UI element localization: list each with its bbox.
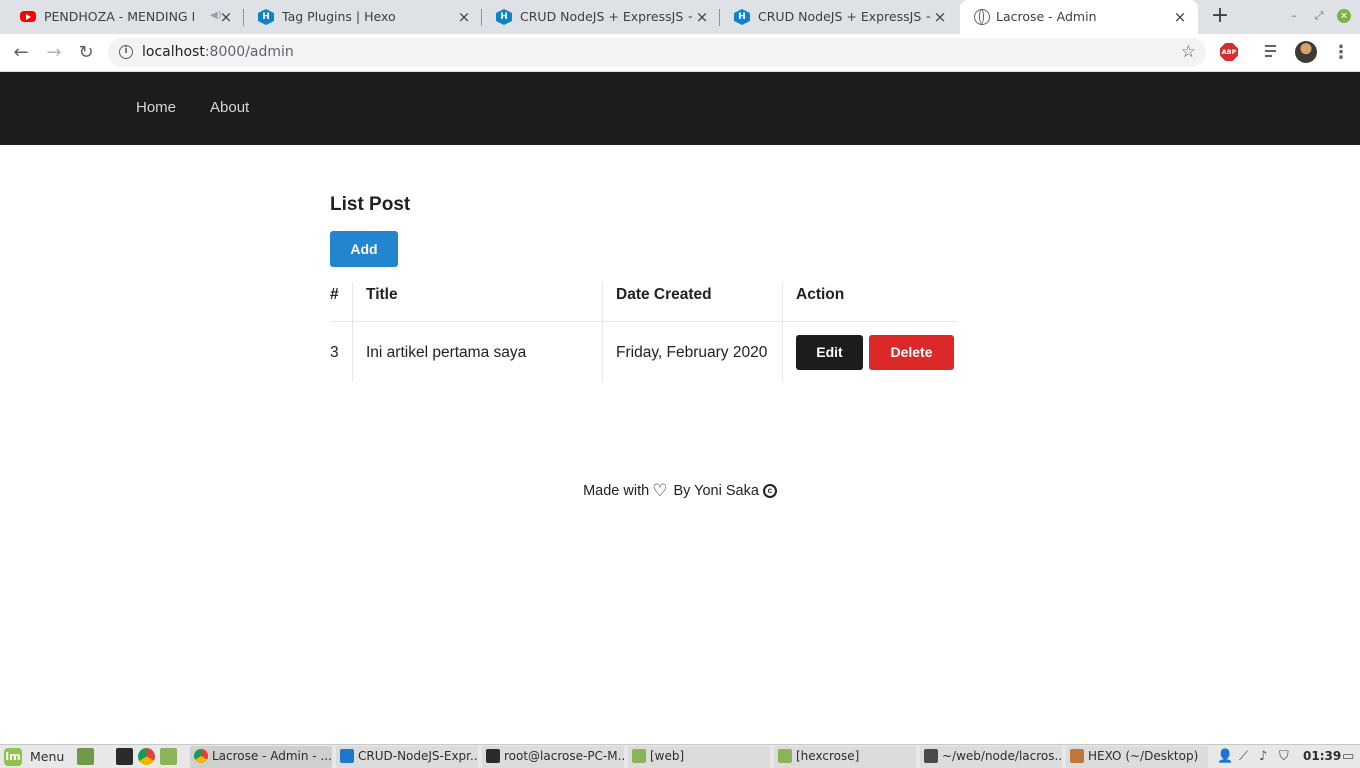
header-id: #: [330, 286, 339, 303]
bookmark-star-icon[interactable]: ☆: [1181, 42, 1196, 62]
site-footer: Made with ♡ By Yoni Saka c: [0, 481, 1360, 501]
taskbar-label: ~/web/node/lacros...: [942, 749, 1062, 763]
taskbar-label: [web]: [650, 749, 685, 763]
taskbar-label: [hexcrose]: [796, 749, 860, 763]
cell-title: Ini artikel pertama saya: [366, 344, 527, 361]
taskbar-label: HEXO (~/Desktop): [1088, 749, 1199, 763]
vscode-icon: [340, 749, 354, 763]
chrome-icon: [194, 749, 208, 763]
delete-button[interactable]: Delete: [869, 335, 954, 370]
taskbar-item-chrome[interactable]: Lacrose - Admin - ...: [190, 746, 332, 768]
forward-arrow-icon[interactable]: →: [43, 42, 65, 64]
reload-icon[interactable]: ↻: [75, 42, 97, 64]
site-navbar: Home About: [0, 72, 1360, 145]
url-path: :8000/admin: [204, 44, 294, 60]
browser-tab-youtube[interactable]: PENDHOZA - MENDING PE ◀) ×: [6, 0, 244, 34]
workspace-icon[interactable]: ▭: [1342, 749, 1354, 764]
close-tab-icon[interactable]: ×: [456, 9, 472, 25]
terminal-icon: [486, 749, 500, 763]
terminal-launcher-icon[interactable]: [116, 748, 133, 765]
folder-icon: [778, 749, 792, 763]
network-icon[interactable]: ⟋: [1239, 749, 1248, 764]
url-host: localhost: [142, 44, 205, 60]
globe-icon: [974, 9, 990, 25]
header-title: Title: [366, 286, 398, 303]
youtube-icon: [20, 11, 36, 22]
column-divider: [782, 282, 783, 382]
chrome-launcher-icon[interactable]: [138, 748, 155, 765]
taskbar-label: Lacrose - Admin - ...: [212, 749, 332, 763]
copyright-icon: c: [762, 484, 777, 498]
header-action: Action: [796, 286, 845, 303]
more-menu-icon[interactable]: ⋮: [1332, 42, 1350, 64]
column-divider: [602, 282, 603, 382]
browser-tab-hexo-tag-plugins[interactable]: H Tag Plugins | Hexo ×: [244, 0, 482, 34]
tab-title: Lacrose - Admin: [996, 9, 1097, 24]
tab-title: Tag Plugins | Hexo: [282, 9, 396, 24]
start-menu-button[interactable]: Menu: [30, 749, 64, 764]
volume-icon[interactable]: ♪: [1259, 749, 1267, 764]
linux-mint-logo-icon[interactable]: lm: [4, 748, 22, 766]
media-queue-icon[interactable]: [1265, 43, 1281, 59]
footer-author: By Yoni Saka: [673, 483, 759, 499]
browser-tab-lacrose-admin[interactable]: Lacrose - Admin ×: [960, 0, 1198, 34]
user-icon[interactable]: 👤: [1217, 749, 1233, 764]
browser-tab-strip: PENDHOZA - MENDING PE ◀) × H Tag Plugins…: [0, 0, 1360, 34]
footer-made-with: Made with: [583, 483, 650, 499]
browser-tab-crud-2[interactable]: H CRUD NodeJS + ExpressJS + Sequ ×: [720, 0, 958, 34]
new-tab-button[interactable]: +: [1210, 5, 1230, 27]
tab-title: CRUD NodeJS + ExpressJS + Sequ: [758, 9, 930, 24]
tab-title: CRUD NodeJS + ExpressJS + Sequ: [520, 9, 692, 24]
tab-title: PENDHOZA - MENDING PE: [44, 9, 194, 24]
nav-link-home[interactable]: Home: [136, 99, 176, 116]
web-page: Home About List Post Add # Title Date Cr…: [0, 72, 1360, 744]
close-tab-icon[interactable]: ×: [218, 9, 234, 25]
close-window-icon[interactable]: ×: [1337, 9, 1351, 23]
address-bar[interactable]: i localhost:8000/admin ☆: [108, 38, 1206, 67]
adblock-plus-icon[interactable]: ABP: [1220, 43, 1238, 61]
restore-window-icon[interactable]: ⤢: [1312, 9, 1326, 23]
column-divider: [352, 282, 353, 382]
add-post-button[interactable]: Add: [330, 231, 398, 267]
close-tab-icon[interactable]: ×: [694, 9, 710, 25]
cell-id: 3: [330, 344, 339, 361]
desktop-taskbar: lm Menu Lacrose - Admin - ... CRUD-NodeJ…: [0, 744, 1360, 768]
taskbar-label: CRUD-NodeJS-Expr...: [358, 749, 478, 763]
heart-icon: ♡: [652, 481, 668, 500]
files-launcher-icon[interactable]: [160, 748, 177, 765]
taskbar-item-text-editor[interactable]: HEXO (~/Desktop): [1066, 746, 1208, 768]
header-date-created: Date Created: [616, 286, 712, 303]
cell-date: Friday, February 2020: [616, 344, 768, 361]
browser-tab-crud-1[interactable]: H CRUD NodeJS + ExpressJS + Sequ ×: [482, 0, 720, 34]
browser-toolbar: ← → ↻ i localhost:8000/admin ☆ ABP ⋮: [0, 34, 1360, 72]
clock[interactable]: 01:39: [1303, 749, 1341, 763]
folder-icon: [632, 749, 646, 763]
taskbar-item-folder-web[interactable]: [web]: [628, 746, 770, 768]
taskbar-item-vscode[interactable]: CRUD-NodeJS-Expr...: [336, 746, 478, 768]
close-tab-icon[interactable]: ×: [932, 9, 948, 25]
text-editor-icon: [1070, 749, 1084, 763]
hexo-icon: H: [258, 9, 274, 25]
edit-button[interactable]: Edit: [796, 335, 863, 370]
profile-avatar[interactable]: [1295, 41, 1317, 63]
taskbar-item-terminal[interactable]: root@lacrose-PC-M...: [482, 746, 624, 768]
header-divider: [330, 321, 958, 322]
back-arrow-icon[interactable]: ←: [10, 42, 32, 64]
taskbar-item-folder-hexcrose[interactable]: [hexcrose]: [774, 746, 916, 768]
taskbar-label: root@lacrose-PC-M...: [504, 749, 624, 763]
site-info-icon[interactable]: i: [119, 45, 133, 59]
hexo-icon: H: [496, 9, 512, 25]
taskbar-item-sublime[interactable]: ~/web/node/lacros...: [920, 746, 1062, 768]
sublime-icon: [924, 749, 938, 763]
nav-link-about[interactable]: About: [210, 99, 249, 116]
close-tab-icon[interactable]: ×: [1172, 9, 1188, 25]
shield-icon[interactable]: ⛉: [1279, 749, 1289, 764]
url-text[interactable]: localhost:8000/admin: [142, 44, 294, 60]
show-desktop-icon[interactable]: [77, 748, 94, 765]
page-title: List Post: [330, 194, 411, 215]
minimize-window-icon[interactable]: –: [1287, 9, 1301, 23]
hexo-icon: H: [734, 9, 750, 25]
